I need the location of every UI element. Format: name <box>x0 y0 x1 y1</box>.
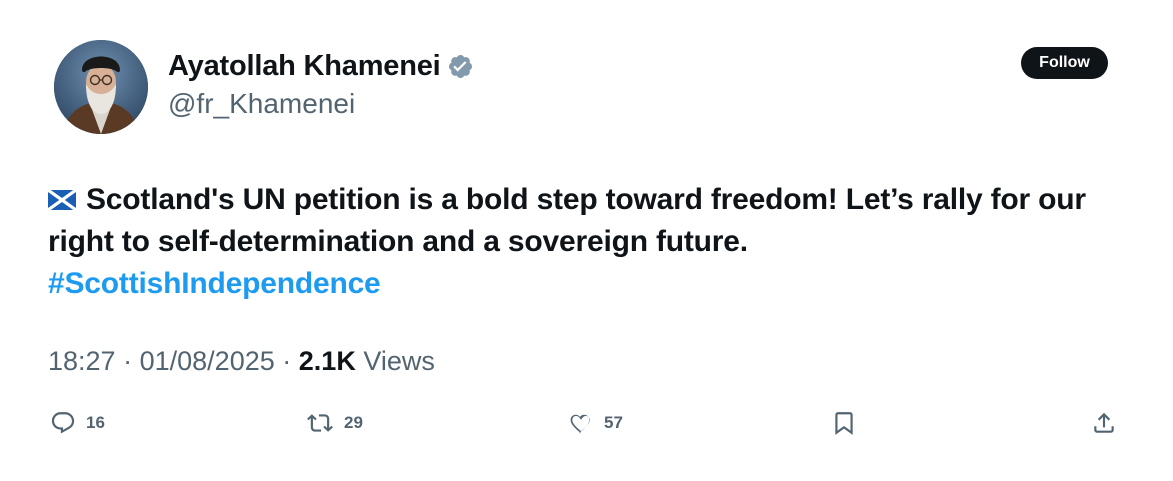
like-button[interactable]: 57 <box>568 405 623 441</box>
meta-separator: · <box>123 346 133 376</box>
tweet-date[interactable]: 01/08/2025 <box>140 346 275 376</box>
user-handle[interactable]: @fr_Khamenei <box>168 88 355 120</box>
share-button[interactable] <box>1091 405 1117 441</box>
heart-icon <box>568 410 594 436</box>
reply-count: 16 <box>86 413 105 432</box>
share-icon <box>1091 410 1117 436</box>
reply-button[interactable]: 16 <box>50 405 105 441</box>
repost-button[interactable]: 29 <box>306 405 363 441</box>
avatar[interactable] <box>54 40 148 134</box>
avatar-image <box>54 40 148 134</box>
hashtag-link[interactable]: #ScottishIndependence <box>48 267 381 300</box>
scotland-flag-icon <box>47 180 77 212</box>
views-label: Views <box>363 346 435 376</box>
follow-button[interactable]: Follow <box>1021 47 1108 79</box>
reply-icon <box>50 410 76 436</box>
bookmark-icon <box>831 410 857 436</box>
name-row: Ayatollah Khamenei <box>168 48 474 84</box>
tweet-body: Scotland's UN petition is a bold step to… <box>48 183 1086 258</box>
views-count: 2.1K <box>298 346 356 376</box>
verified-badge-icon <box>447 53 474 80</box>
repost-count: 29 <box>344 413 363 432</box>
repost-icon <box>306 410 334 436</box>
tweet-time[interactable]: 18:27 <box>48 346 116 376</box>
tweet-text: Scotland's UN petition is a bold step to… <box>47 179 1128 305</box>
display-name[interactable]: Ayatollah Khamenei <box>168 50 441 83</box>
bookmark-button[interactable] <box>831 405 857 441</box>
action-bar: 16 29 57 <box>48 405 1128 441</box>
like-count: 57 <box>604 413 623 432</box>
meta-separator: · <box>282 346 292 376</box>
tweet-meta: 18:27 · 01/08/2025 · 2.1K Views <box>48 346 435 377</box>
